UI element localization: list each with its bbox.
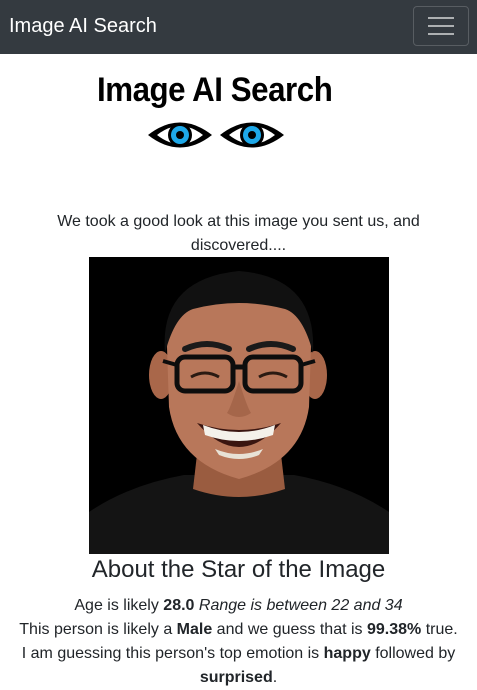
site-logo: Image AI Search [96,68,354,160]
gender-line: This person is likely a Male and we gues… [19,621,458,638]
age-value: 28.0 [163,597,195,614]
emotion-line: I am guessing this person's top emotion … [21,645,456,686]
emotion-second: surprised [199,669,273,686]
navbar-toggler-button[interactable] [413,6,469,46]
navbar: Image AI Search [0,0,477,54]
gender-confidence: 99.38% [367,621,422,638]
eyes-icon [148,122,284,148]
person-photo [89,257,389,554]
navbar-brand[interactable]: Image AI Search [9,13,157,39]
person-illustration [89,257,389,554]
emotion-top: happy [323,645,371,662]
age-line: Age is likely 28.0 Range is between 22 a… [74,597,403,614]
gender-value: Male [176,621,213,638]
result-heading: About the Star of the Image [91,556,386,583]
age-range: Range is between 22 and 34 [198,597,403,614]
logo-text: Image AI Search [97,71,333,109]
hamburger-menu-icon [428,17,454,19]
result-facts: Age is likely 28.0 Range is between 22 a… [0,594,477,690]
intro-text: We took a good look at this image you se… [57,213,420,254]
